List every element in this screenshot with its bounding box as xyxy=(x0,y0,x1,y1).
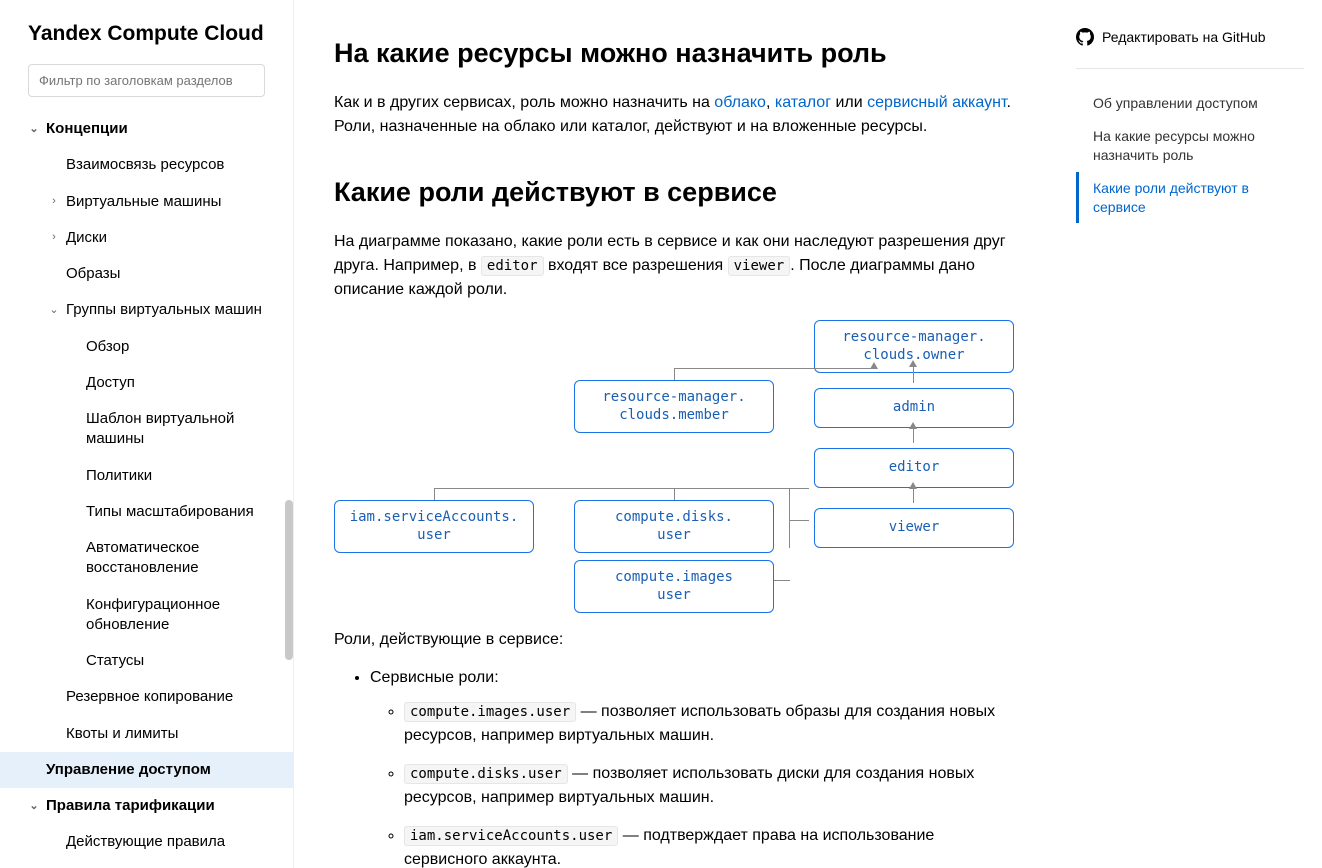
diagram-box-iam-sa: iam.serviceAccounts.user xyxy=(334,500,534,553)
sidebar-item[interactable]: ·Квоты и лимиты xyxy=(0,716,293,752)
scrollbar-thumb[interactable] xyxy=(285,500,293,660)
github-icon xyxy=(1076,28,1094,46)
role-code: compute.images.user xyxy=(404,702,576,722)
toc-item[interactable]: На какие ресурсы можно назначить роль xyxy=(1076,120,1304,172)
sidebar-item-label: Автоматическое восстановление xyxy=(86,538,281,579)
role-code: iam.serviceAccounts.user xyxy=(404,826,618,846)
sidebar-item-label: Виртуальные машины xyxy=(66,192,221,212)
sidebar-item[interactable]: ·Автоматическое восстановление xyxy=(0,530,293,587)
heading-roles: Какие роли действуют в сервисе xyxy=(334,177,1022,208)
sidebar-item-label: Шаблон виртуальной машины xyxy=(86,409,281,450)
chevron-down-icon: ⌄ xyxy=(28,799,40,814)
role-code: compute.disks.user xyxy=(404,764,568,784)
code-editor: editor xyxy=(481,256,544,276)
sidebar-item[interactable]: ·Действующие правила xyxy=(0,824,293,860)
link-service-account[interactable]: сервисный аккаунт xyxy=(867,94,1006,111)
toc-divider xyxy=(1076,68,1304,69)
sidebar-item[interactable]: ⌄ Правила тарификации xyxy=(0,788,293,824)
sidebar-item[interactable]: ⌄ Концепции xyxy=(0,111,293,147)
edit-on-github-link[interactable]: Редактировать на GitHub xyxy=(1076,28,1304,46)
sidebar-item-label: Взаимосвязь ресурсов xyxy=(66,155,224,175)
sidebar-filter-input[interactable] xyxy=(28,64,265,97)
sidebar-item-label: Управление доступом xyxy=(46,760,211,780)
sidebar-item[interactable]: ·Доступ xyxy=(0,365,293,401)
link-cloud[interactable]: облако xyxy=(714,94,766,111)
table-of-contents: Редактировать на GitHub Об управлении до… xyxy=(1062,0,1322,868)
sidebar-item[interactable]: ·Резервное копирование xyxy=(0,679,293,715)
sidebar-item[interactable]: ·Образы xyxy=(0,256,293,292)
sidebar-item-label: Типы масштабирования xyxy=(86,502,254,522)
sidebar-item-label: Конфигурационное обновление xyxy=(86,595,281,636)
chevron-right-icon: › xyxy=(48,230,60,245)
toc-item[interactable]: Об управлении доступом xyxy=(1076,87,1304,120)
sidebar-item[interactable]: ·Конфигурационное обновление xyxy=(0,587,293,644)
paragraph-roles-intro: На диаграмме показано, какие роли есть в… xyxy=(334,230,1022,302)
sidebar-item-label: Действующие правила xyxy=(66,832,225,852)
diagram-box-rm-member: resource-manager.clouds.member xyxy=(574,380,774,433)
code-viewer: viewer xyxy=(728,256,791,276)
toc-item[interactable]: Какие роли действуют в сервисе xyxy=(1076,172,1304,224)
sidebar-item[interactable]: ⌄ Группы виртуальных машин xyxy=(0,292,293,328)
sidebar-item-label: Диски xyxy=(66,228,107,248)
chevron-down-icon: ⌄ xyxy=(28,122,40,137)
sidebar-item-label: Доступ xyxy=(86,373,135,393)
paragraph-assign: Как и в других сервисах, роль можно назн… xyxy=(334,91,1022,139)
sidebar-item-label: Резервное копирование xyxy=(66,687,233,707)
diagram-box-viewer: viewer xyxy=(814,508,1014,548)
sidebar-item[interactable]: ·Политики xyxy=(0,458,293,494)
sidebar-item-label: Обзор xyxy=(86,337,129,357)
role-item: iam.serviceAccounts.user — подтверждает … xyxy=(404,824,1022,868)
roles-list-intro: Роли, действующие в сервисе: xyxy=(334,628,1022,652)
sidebar-item[interactable]: ·Взаимосвязь ресурсов xyxy=(0,147,293,183)
sidebar-item[interactable]: ·Типы масштабирования xyxy=(0,494,293,530)
sidebar-item-label: Группы виртуальных машин xyxy=(66,300,262,320)
role-item: compute.images.user — позволяет использо… xyxy=(404,700,1022,748)
sidebar-item[interactable]: ·Шаблон виртуальной машины xyxy=(0,401,293,458)
sidebar-item-label: Правила тарификации xyxy=(46,796,215,816)
sidebar-item[interactable]: › Диски xyxy=(0,220,293,256)
sidebar-item[interactable]: ·Статусы xyxy=(0,643,293,679)
sidebar-item[interactable]: › Виртуальные машины xyxy=(0,184,293,220)
sidebar-item[interactable]: ·Управление доступом xyxy=(0,752,293,788)
main-content: На какие ресурсы можно назначить роль Ка… xyxy=(294,0,1062,868)
sidebar-item-label: Образы xyxy=(66,264,120,284)
sidebar-item-label: Квоты и лимиты xyxy=(66,724,178,744)
sidebar-title: Yandex Compute Cloud xyxy=(0,22,293,64)
edit-on-github-label: Редактировать на GitHub xyxy=(1102,29,1266,45)
li-service-roles: Сервисные роли: compute.images.user — по… xyxy=(370,666,1022,868)
sidebar-item-label: Политики xyxy=(86,466,152,486)
chevron-right-icon: › xyxy=(48,194,60,209)
sidebar-item-label: Статусы xyxy=(86,651,144,671)
role-item: compute.disks.user — позволяет использов… xyxy=(404,762,1022,810)
sidebar: Yandex Compute Cloud ⌄ Концепции ·Взаимосв… xyxy=(0,0,294,868)
sidebar-item[interactable]: ·Обзор xyxy=(0,329,293,365)
roles-diagram: resource-manager.clouds.owner resource-m… xyxy=(334,320,1034,610)
sidebar-nav: ⌄ Концепции ·Взаимосвязь ресурсов › Виртуаль… xyxy=(0,111,293,861)
chevron-down-icon: ⌄ xyxy=(48,303,60,318)
sidebar-item-label: Концепции xyxy=(46,119,128,139)
heading-assign-resources: На какие ресурсы можно назначить роль xyxy=(334,38,1022,69)
link-catalog[interactable]: каталог xyxy=(775,94,831,111)
diagram-box-compute-disks: compute.disks.user xyxy=(574,500,774,553)
diagram-box-compute-images: compute.imagesuser xyxy=(574,560,774,613)
